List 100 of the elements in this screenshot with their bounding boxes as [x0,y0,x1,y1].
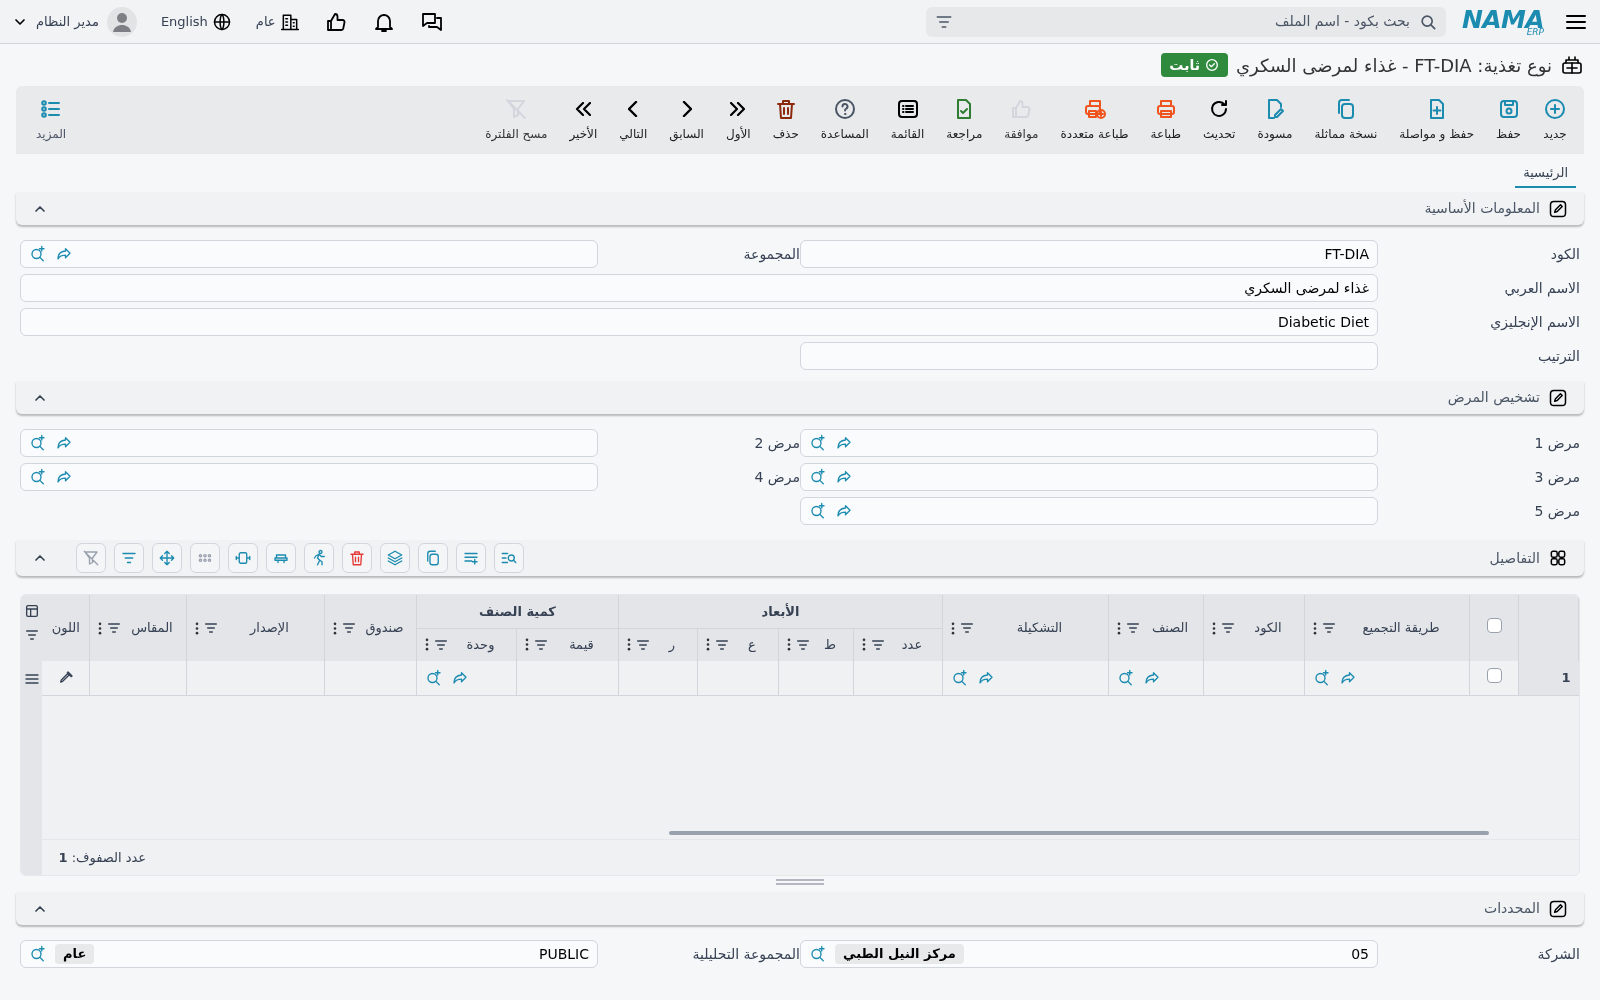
section-title: تشخيص المرض [1447,388,1540,408]
checkbox[interactable] [1486,617,1502,633]
search-plus-icon [1117,668,1135,687]
grid-tool-button[interactable] [76,543,106,573]
input-field[interactable] [20,463,598,491]
kebab-menu-icon [787,638,791,652]
filter-icon [202,620,219,636]
toolbar-button[interactable]: حذف [763,97,808,143]
filter-icon [959,620,975,636]
search-field[interactable]: بحث بكود - اسم الملف [926,6,1446,37]
grid-tool-button[interactable] [190,543,220,573]
scrollbar[interactable] [669,831,1489,835]
toolbar-button[interactable]: القائمة [881,97,934,143]
field-label: المجموعة [742,244,800,265]
toolbar-button[interactable]: طباعة متعددة [1051,97,1138,143]
input-field[interactable]: Diabetic Diet [20,308,1378,336]
input-field[interactable]: غذاء لمرضى السكري [20,274,1378,302]
filter-icon [1321,620,1337,636]
search-plus-icon [29,434,47,452]
grid-tool-button[interactable] [418,543,448,573]
filter-icon [340,620,357,636]
search-plus-icon [29,468,47,486]
toolbar-button[interactable]: حفظ [1487,97,1530,143]
column-header: ر [667,636,677,655]
field-label: مرض 4 [753,467,800,488]
checkbox[interactable] [1486,667,1502,683]
column-header: الإصدار [248,619,290,638]
field-label: الترتيب [1537,346,1580,366]
toolbar-button[interactable]: الأخير [560,97,607,143]
field-label: الاسم الإنجليزي [1489,312,1580,333]
input-field[interactable]: FT-DIA [800,240,1378,268]
kebab-menu-icon [706,638,710,652]
grid-tool-button[interactable] [152,543,182,573]
toolbar-button[interactable]: الأول [716,97,760,143]
toolbar-button[interactable]: مراجعة [937,97,992,143]
input-field[interactable] [800,342,1378,370]
column-header: ع [747,636,757,654]
kebab-menu-icon [1313,621,1317,635]
edit-square-icon [1548,387,1568,408]
edit-square-icon [1548,198,1568,219]
field-label: الكود [1549,244,1580,265]
grid-tool-button[interactable] [342,543,372,573]
column-header: طريقة التجميع [1361,619,1441,638]
trash-icon [348,549,366,567]
search-plus-icon [951,668,969,687]
branch-selector[interactable]: عام [255,11,300,32]
toolbar-button[interactable]: مسودة [1248,97,1302,143]
section-title: التفاصيل [1489,548,1540,568]
input-field[interactable] [800,463,1378,491]
tab[interactable]: الرئيسية [1515,162,1576,188]
column-width-icon [234,549,252,567]
column-header: عدد [900,636,924,654]
column-header: قيمة [568,636,595,654]
kebab-menu-icon [1212,621,1216,635]
field-label: الاسم العربي [1503,278,1580,299]
input-field[interactable] [20,429,598,457]
value-tag: مركز النيل الطبي [835,944,964,964]
column-header: الصنف [1150,619,1190,638]
globe-icon [211,11,232,32]
double-chevron-icon [575,102,592,116]
input-field[interactable] [20,240,598,268]
filter-icon [1125,620,1141,636]
grid-tool-button[interactable] [494,543,524,573]
resize-handle-icon[interactable] [776,879,824,885]
toolbar-button[interactable]: نسخة مماثلة [1305,97,1387,143]
grid-tool-button[interactable] [456,543,486,573]
language-button[interactable]: English [160,11,232,32]
column-header: صندوق [364,619,405,638]
grid-tool-button[interactable] [380,543,410,573]
list-icon [895,97,920,121]
toolbar-button[interactable]: تحديث [1193,97,1245,143]
toolbar-button[interactable]: السابق [660,97,713,143]
user-menu[interactable]: مدير النظام [12,6,137,37]
column-group-header: الأبعاد [760,603,801,619]
grid-tool-button[interactable] [266,543,296,573]
input-field[interactable] [800,497,1378,525]
toolbar-button[interactable]: حفظ و مواصلة [1390,97,1484,143]
kebab-menu-icon [97,621,102,635]
search-plus-icon [424,668,443,687]
more-button[interactable]: المزيد [24,97,79,143]
column-header: ط [823,636,837,654]
search-plus-icon [1313,668,1331,687]
help-icon [832,97,857,121]
column-header: وحدة [465,636,496,655]
toolbar-button[interactable]: التالي [610,97,657,143]
grid-tool-button[interactable] [228,543,258,573]
toolbar-button[interactable]: المساعدة [811,97,878,143]
kebab-menu-icon [194,621,199,635]
grid-tool-button[interactable] [304,543,334,573]
grid-tool-button[interactable] [114,543,144,573]
toolbar-button[interactable]: طباعة [1141,97,1190,143]
search-plus-icon [29,245,47,263]
input-field[interactable] [800,429,1378,457]
row-number: 1 [1561,670,1571,685]
chevron-icon [628,101,639,117]
kebab-menu-icon [1117,621,1121,635]
move-icon [158,549,176,567]
avatar-icon [106,6,137,37]
field-label: المجموعة التحليلية [691,944,800,965]
toolbar-button[interactable]: جديد [1534,97,1576,143]
